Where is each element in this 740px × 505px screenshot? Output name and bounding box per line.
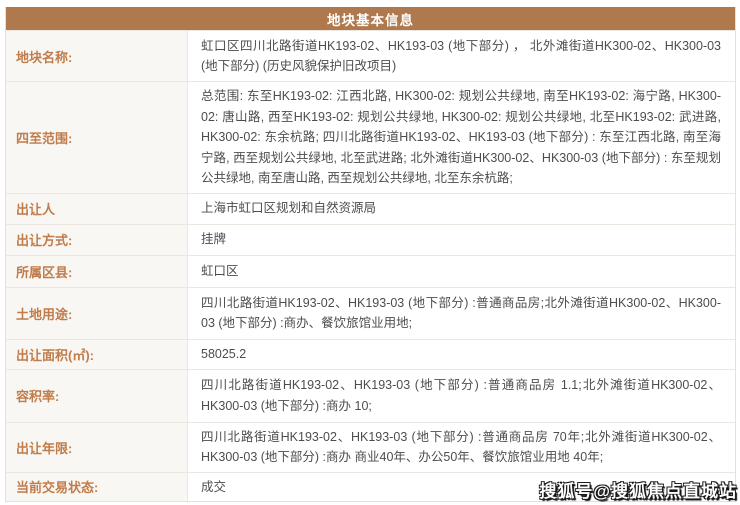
- row-label: 四至范围:: [6, 82, 188, 193]
- row-value: 四川北路街道HK193-02、HK193-03 (地下部分) :普通商品房;北外…: [201, 295, 721, 331]
- row-label: 当前交易状态:: [6, 472, 188, 501]
- row-parcel-name: 地块名称: 虹口区四川北路街道HK193-02、HK193-03 (地下部分) …: [6, 30, 735, 81]
- row-label: 地块名称:: [6, 31, 188, 81]
- land-info-table: 地块基本信息 地块名称: 虹口区四川北路街道HK193-02、HK193-03 …: [5, 7, 736, 502]
- row-district: 所属区县: 虹口区: [6, 254, 735, 287]
- row-boundary-range: 四至范围: 总范围: 东至HK193-02: 江西北路, HK300-02: 规…: [6, 81, 735, 193]
- row-value: 虹口区: [201, 263, 239, 278]
- sohu-watermark: 搜狐号@搜狐焦点直城站: [539, 482, 737, 501]
- row-value: 总范围: 东至HK193-02: 江西北路, HK300-02: 规划公共绿地,…: [201, 89, 721, 185]
- row-value: 四川北路街道HK193-02、HK193-03 (地下部分) :普通商品房 1.…: [201, 378, 721, 413]
- row-label: 出让年限:: [6, 422, 188, 472]
- page: 地块基本信息 地块名称: 虹口区四川北路街道HK193-02、HK193-03 …: [0, 0, 740, 505]
- row-label: 土地用途:: [6, 287, 188, 339]
- row-transfer-method: 出让方式: 挂牌: [6, 223, 735, 255]
- row-label: 所属区县:: [6, 255, 188, 287]
- row-label: 出让面积(㎡):: [6, 339, 188, 369]
- row-transferor: 出让人 上海市虹口区规划和自然资源局: [6, 192, 735, 224]
- row-value: 虹口区四川北路街道HK193-02、HK193-03 (地下部分) ， 北外滩街…: [201, 38, 721, 74]
- row-value: 58025.2: [201, 346, 247, 361]
- row-land-use: 土地用途: 四川北路街道HK193-02、HK193-03 (地下部分) :普通…: [6, 286, 735, 339]
- row-plot-ratio: 容积率: 四川北路街道HK193-02、HK193-03 (地下部分) :普通商…: [6, 368, 735, 422]
- row-label: 容积率:: [6, 369, 188, 422]
- row-transfer-term: 出让年限: 四川北路街道HK193-02、HK193-03 (地下部分) :普通…: [6, 421, 735, 472]
- row-value: 四川北路街道HK193-02、HK193-03 (地下部分) :普通商品房 70…: [201, 429, 721, 465]
- row-label: 出让人: [6, 193, 188, 224]
- table-title: 地块基本信息: [6, 7, 735, 30]
- row-transfer-area: 出让面积(㎡): 58025.2: [6, 338, 735, 369]
- row-value: 挂牌: [201, 232, 227, 247]
- row-label: 出让方式:: [6, 224, 188, 255]
- row-value: 上海市虹口区规划和自然资源局: [201, 201, 377, 216]
